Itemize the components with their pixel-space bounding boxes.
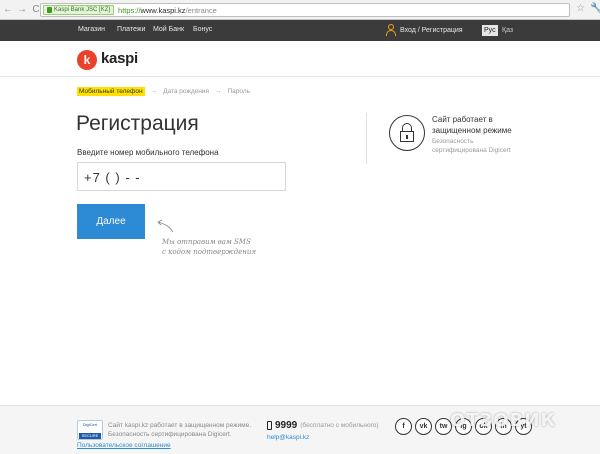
top-navigation: Магазин Платежи Мой Банк Бонус Вход / Ре… — [0, 20, 600, 41]
ev-badge-label: Kaspi Bank JSC [KZ] — [54, 7, 111, 13]
nav-item-payments[interactable]: Платежи — [117, 26, 145, 33]
sms-hint-line-1: Мы отправим вам SMS — [162, 238, 251, 246]
lock-icon — [47, 7, 52, 13]
wrench-icon[interactable]: 🔧 — [590, 3, 600, 14]
footer-security-text: Сайт kaspi.kz работает в защищенном режи… — [108, 422, 252, 438]
kaspi-logo-text[interactable]: kaspi — [101, 50, 138, 67]
step-mobile-phone: Мобильный телефон — [77, 87, 145, 96]
phone-icon — [267, 421, 272, 430]
phone-number[interactable]: 9999 — [275, 420, 297, 431]
page-title: Регистрация — [76, 112, 199, 135]
facebook-icon[interactable]: f — [395, 418, 412, 435]
back-icon[interactable]: ← — [2, 3, 14, 17]
next-button[interactable]: Далее — [77, 204, 145, 239]
terms-link[interactable]: Пользовательское соглашение — [77, 442, 171, 449]
ev-certificate-badge[interactable]: Kaspi Bank JSC [KZ] — [43, 5, 115, 15]
divider — [366, 113, 367, 164]
sms-hint: Мы отправим вам SMS с кодом подтверждени… — [162, 237, 256, 257]
user-icon — [386, 24, 396, 36]
step-birth-date: Дата рождения — [163, 88, 209, 95]
sms-hint-line-2: с кодом подтверждения — [162, 248, 257, 256]
watermark: ОТЗОВИК — [450, 410, 557, 431]
phone-note: (бесплатно с мобильного) — [300, 422, 379, 429]
phone-label: Введите номер мобильного телефона — [77, 148, 219, 157]
arrow-right-icon: → — [214, 88, 222, 95]
logo-bar: k kaspi — [0, 41, 600, 77]
security-subtitle: Безопасность сертифицирована Digicert — [432, 138, 511, 154]
help-email-link[interactable]: help@kaspi.kz — [267, 434, 309, 441]
lang-kaz[interactable]: Қаз — [502, 25, 513, 36]
padlock-icon — [389, 115, 425, 151]
digicert-seal[interactable]: DigiCert SECURE — [77, 420, 103, 440]
login-label: Вход / Регистрация — [400, 26, 463, 34]
security-title: Сайт работает в защищенном режиме — [432, 115, 512, 135]
lang-rus[interactable]: Рус — [482, 25, 498, 36]
vk-icon[interactable]: vk — [415, 418, 432, 435]
arrow-right-icon: → — [150, 88, 158, 95]
kaspi-logo-icon[interactable]: k — [77, 50, 97, 70]
address-bar[interactable]: Kaspi Bank JSC [KZ] https://www.kaspi.kz… — [40, 3, 570, 17]
step-password: Пароль — [227, 88, 251, 95]
browser-toolbar: ← → C Kaspi Bank JSC [KZ] https://www.ka… — [0, 0, 600, 20]
bookmark-star-icon[interactable]: ☆ — [576, 3, 585, 14]
nav-item-shop[interactable]: Магазин — [78, 26, 105, 33]
registration-steps: Мобильный телефон → Дата рождения → Паро… — [77, 87, 250, 96]
phone-input[interactable]: +7 ( ) - - — [77, 162, 286, 191]
support-phone: 9999 (бесплатно с мобильного) — [267, 420, 379, 431]
forward-icon[interactable]: → — [16, 3, 28, 17]
curved-arrow-icon — [157, 219, 174, 233]
nav-item-bonus[interactable]: Бонус — [193, 26, 212, 33]
login-link[interactable]: Вход / Регистрация — [386, 24, 463, 36]
url-text: https://www.kaspi.kz/entrance — [118, 5, 217, 15]
nav-item-my-bank[interactable]: Мой Банк — [153, 26, 184, 33]
